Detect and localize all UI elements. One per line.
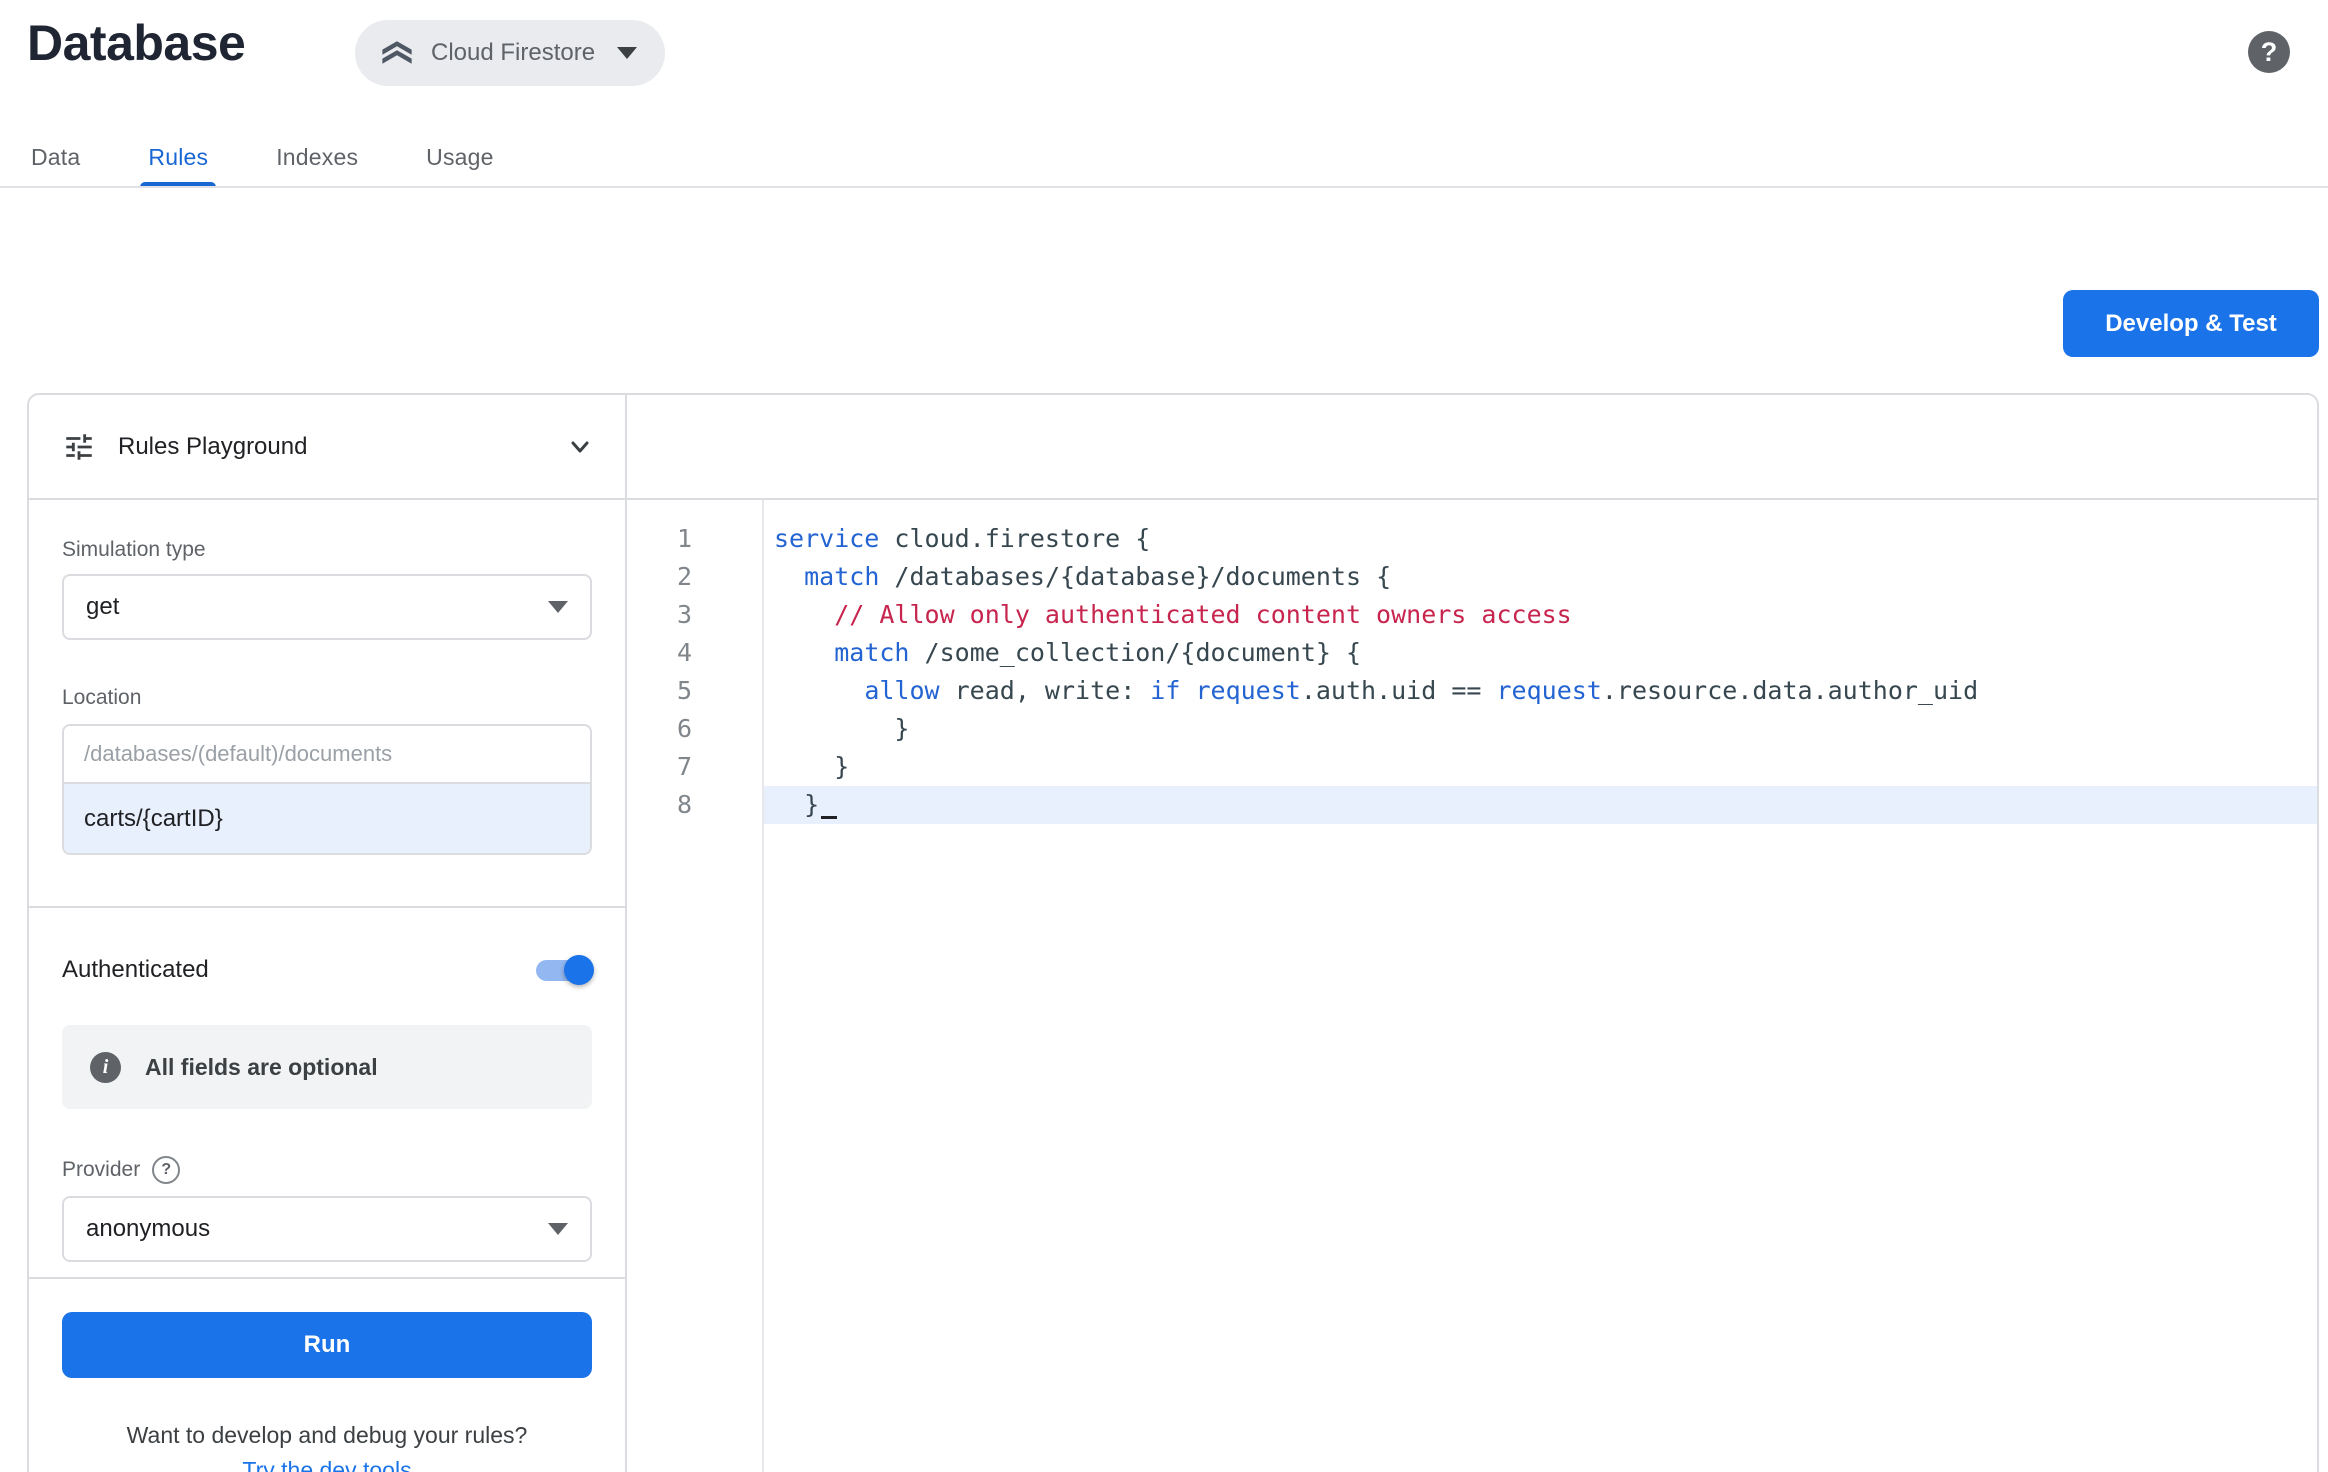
- help-icon[interactable]: ?: [2248, 31, 2290, 73]
- rules-playground-title: Rules Playground: [118, 433, 543, 461]
- editor-gutter: 12345678: [627, 500, 764, 1472]
- rules-playground-header[interactable]: Rules Playground: [29, 395, 625, 500]
- info-banner-text: All fields are optional: [145, 1054, 378, 1081]
- page-title: Database: [27, 12, 245, 74]
- chevron-down-icon: [617, 47, 637, 59]
- firestore-rules-page: Database Cloud Firestore ? Data Rules In…: [0, 0, 2328, 1472]
- code-line: // Allow only authenticated content owne…: [764, 596, 2317, 634]
- rules-main-card: Rules Playground Simulation type get Loc…: [27, 393, 2319, 1472]
- line-number: 2: [627, 558, 692, 596]
- editor-code[interactable]: service cloud.firestore { match /databas…: [764, 500, 2317, 1472]
- provider-select[interactable]: anonymous: [62, 1196, 592, 1262]
- section-divider: [29, 1277, 625, 1279]
- simulation-type-value: get: [86, 593, 119, 621]
- editor-toolbar: [627, 395, 2317, 500]
- authenticated-toggle[interactable]: [534, 954, 592, 986]
- run-button[interactable]: Run: [62, 1312, 592, 1378]
- location-label: Location: [62, 686, 592, 710]
- line-number: 7: [627, 748, 692, 786]
- toggle-knob: [564, 955, 594, 985]
- section-divider: [29, 906, 625, 908]
- tab-data[interactable]: Data: [23, 127, 88, 187]
- provider-label: Provider: [62, 1158, 140, 1182]
- line-number: 1: [627, 520, 692, 558]
- authenticated-row: Authenticated: [62, 954, 592, 986]
- tabs-divider: [0, 186, 2328, 188]
- firestore-icon: [379, 35, 415, 71]
- simulation-type-select[interactable]: get: [62, 574, 592, 640]
- location-prefix-input[interactable]: /databases/(default)/documents: [64, 726, 590, 784]
- code-line: allow read, write: if request.auth.uid =…: [764, 672, 2317, 710]
- location-path-input[interactable]: carts/{cartID}: [64, 784, 590, 853]
- dropdown-arrow-icon: [548, 601, 568, 613]
- rules-playground-panel: Rules Playground Simulation type get Loc…: [29, 395, 627, 1472]
- tab-indexes[interactable]: Indexes: [268, 127, 366, 187]
- product-selector-label: Cloud Firestore: [431, 39, 595, 67]
- info-icon: i: [90, 1052, 121, 1083]
- tab-usage[interactable]: Usage: [418, 127, 501, 187]
- provider-value: anonymous: [86, 1215, 210, 1243]
- text-cursor: [821, 789, 837, 819]
- tab-rules[interactable]: Rules: [140, 127, 216, 187]
- rules-editor-panel: 12345678 service cloud.firestore { match…: [627, 395, 2317, 1472]
- tab-bar: Data Rules Indexes Usage: [23, 127, 502, 187]
- code-line: }: [764, 748, 2317, 786]
- line-number: 4: [627, 634, 692, 672]
- authenticated-label: Authenticated: [62, 956, 209, 984]
- provider-row: Provider ?: [62, 1156, 592, 1184]
- code-line: }: [764, 710, 2317, 748]
- rules-playground-body: Simulation type get Location /databases/…: [29, 500, 625, 1472]
- develop-test-button[interactable]: Develop & Test: [2063, 290, 2319, 357]
- line-number: 6: [627, 710, 692, 748]
- dropdown-arrow-icon: [548, 1223, 568, 1235]
- code-line: match /some_collection/{document} {: [764, 634, 2317, 672]
- code-line: }: [764, 786, 2317, 824]
- dev-tools-link[interactable]: Try the dev tools: [242, 1457, 411, 1472]
- dev-tools-prompt: Want to develop and debug your rules?: [62, 1422, 592, 1449]
- line-number: 5: [627, 672, 692, 710]
- line-number: 3: [627, 596, 692, 634]
- code-line: match /databases/{database}/documents {: [764, 558, 2317, 596]
- location-input-group: /databases/(default)/documents carts/{ca…: [62, 724, 592, 855]
- rules-code-editor[interactable]: 12345678 service cloud.firestore { match…: [627, 500, 2317, 1472]
- tune-icon: [62, 430, 96, 464]
- line-number: 8: [627, 786, 692, 824]
- code-line: service cloud.firestore {: [764, 520, 2317, 558]
- collapse-chevron-icon[interactable]: [565, 432, 595, 462]
- info-banner: i All fields are optional: [62, 1025, 592, 1109]
- provider-help-icon[interactable]: ?: [152, 1156, 180, 1184]
- simulation-type-label: Simulation type: [62, 538, 592, 562]
- product-selector[interactable]: Cloud Firestore: [355, 20, 665, 86]
